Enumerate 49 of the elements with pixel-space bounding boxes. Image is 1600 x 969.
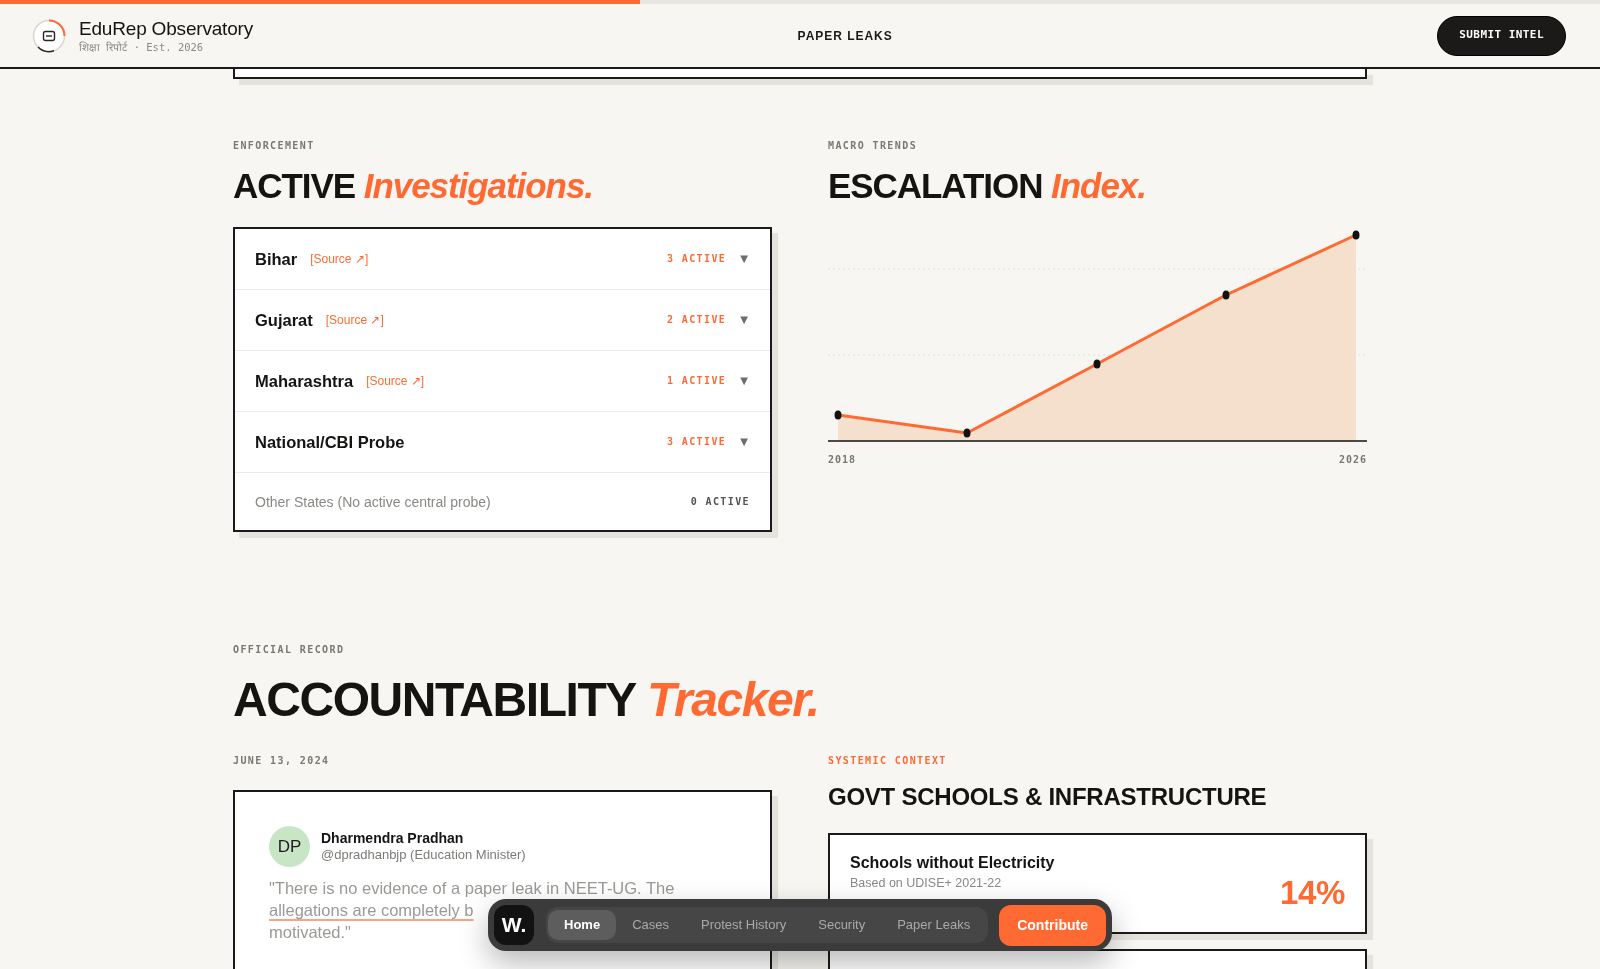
quote-text: motivated." [269,922,351,943]
nav-tab[interactable]: Paper Leaks [881,910,987,940]
state-name: Gujarat [255,310,313,330]
state-name: Other States (No active central probe) [255,492,491,511]
brand-logo[interactable]: W. [494,905,534,945]
state-name: Maharashtra [255,371,354,391]
caret-icon[interactable]: ▼ [740,314,748,326]
active-count: 3 ACTIVE [666,435,727,449]
axis-label: 2026 [1338,453,1367,467]
stat-label: Schools without Electricity [850,853,1055,873]
submit-intel-button[interactable]: SUBMIT INTEL [1437,15,1566,56]
source-link[interactable]: [Source ↗] [310,251,369,267]
author-name: Dharmendra Pradhan [321,830,465,847]
logo-icon[interactable] [32,18,66,53]
author-handle: @dpradhanbjp (Education Minister) [321,847,526,863]
caret-icon[interactable]: ▼ [740,375,748,387]
nav-tab[interactable]: Protest History [685,910,803,940]
state-name: National/CBI Probe [255,432,405,452]
section-heading: ESCALATION Index. [828,166,1146,206]
stat-value: 14% [1279,873,1345,912]
section-label: JUNE 13, 2024 [233,754,330,768]
nav-tab[interactable]: Security [802,910,882,940]
source-link[interactable]: [Source ↗] [366,373,425,389]
stat-source: Based on UDISE+ 2021-22 [850,875,1003,891]
caret-icon[interactable]: ▼ [740,436,748,448]
active-count: 3 ACTIVE [666,252,727,266]
section-heading: ACCOUNTABILITY Tracker. [233,676,819,724]
section-label: SYSTEMIC CONTEXT [828,754,947,768]
section-label: MACRO TRENDS [828,139,918,153]
contribute-button[interactable]: Contribute [999,904,1106,946]
section-link[interactable]: PAPER LEAKS [797,27,893,44]
section-label: ENFORCEMENT [233,139,315,153]
caret-icon[interactable]: ▼ [740,253,748,265]
avatar: DP [269,826,310,867]
active-count: 0 ACTIVE [690,494,750,509]
quote-text: allegations are completely b [269,900,474,921]
context-heading: GOVT SCHOOLS & INFRASTRUCTURE [828,782,1267,812]
section-heading: ACTIVE Investigations. [233,166,594,206]
nav-tab[interactable]: Cases [616,910,685,940]
state-name: Bihar [255,249,298,269]
brand-tagline: शिक्षा रिपोर्ट · Est. 2026 [79,39,205,54]
source-link[interactable]: [Source ↗] [325,312,384,328]
active-count: 1 ACTIVE [666,374,727,388]
brand-name[interactable]: EduRep Observatory [79,17,253,40]
axis-label: 2018 [828,453,857,467]
nav-tab[interactable]: Home [548,910,617,940]
section-label: OFFICIAL RECORD [233,643,345,657]
quote-text: "There is no evidence of a paper leak in NEET-UG. The [269,878,675,899]
active-count: 2 ACTIVE [666,313,727,327]
